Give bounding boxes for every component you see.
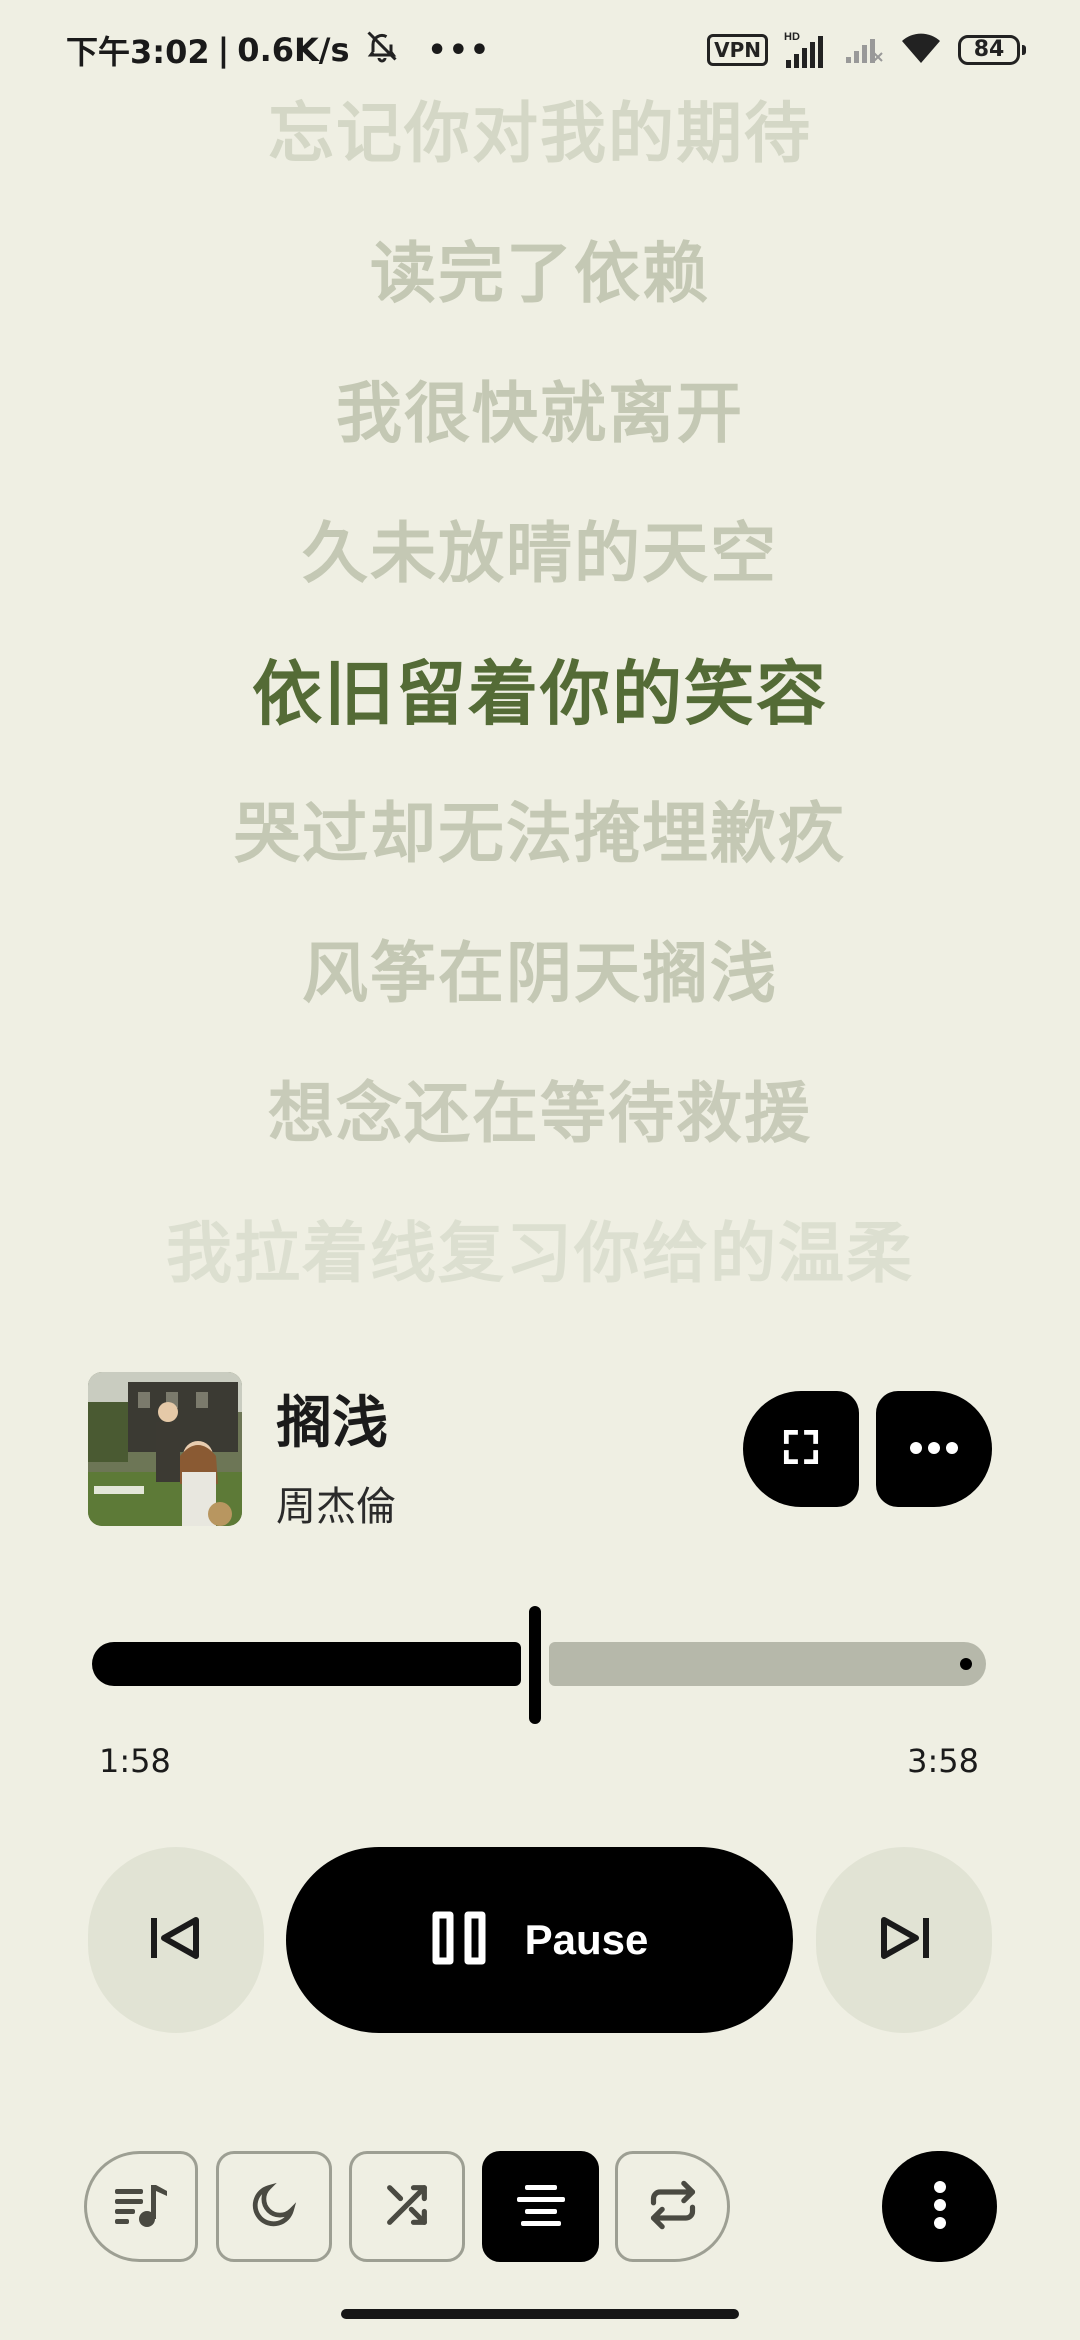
album-art[interactable] (88, 1372, 242, 1526)
signal-icon: HD (784, 30, 828, 70)
lyrics-align-icon (515, 2183, 567, 2231)
more-vertical-icon (933, 2180, 947, 2234)
lyrics-toggle-button[interactable] (482, 2151, 599, 2262)
progress-played (92, 1642, 521, 1686)
queue-button[interactable] (84, 2151, 198, 2262)
next-button[interactable] (816, 1847, 992, 2033)
progress-slider[interactable] (92, 1600, 986, 1730)
hd-label: HD (784, 31, 800, 43)
time-elapsed: 1:58 (99, 1742, 171, 1780)
time-total: 3:58 (907, 1742, 979, 1780)
more-horizontal-icon (909, 1440, 959, 1459)
lyric-line[interactable]: 我很快就离开 (0, 360, 1080, 456)
music-player-screen: 下午3:02 | 0.6K/s ••• VPN HD 84 忘记你对我的期待 读… (0, 0, 1080, 2340)
vpn-badge: VPN (707, 34, 768, 66)
lyric-line[interactable]: 读完了依赖 (0, 220, 1080, 316)
wifi-icon (900, 31, 942, 69)
pause-icon (431, 1910, 487, 1970)
progress-end-dot (960, 1658, 972, 1670)
status-right: VPN HD 84 (707, 28, 1026, 72)
skip-next-icon (876, 1914, 932, 1966)
status-net-speed: 0.6K/s (237, 31, 350, 69)
status-bar: 下午3:02 | 0.6K/s ••• VPN HD 84 (0, 0, 1080, 100)
signal-secondary-icon (844, 31, 884, 69)
pause-label: Pause (524, 1916, 649, 1963)
sleep-timer-moon-icon (248, 2179, 300, 2235)
repeat-button[interactable] (615, 2151, 730, 2262)
lyric-line-current[interactable]: 依旧留着你的笑容 (0, 638, 1080, 739)
mute-bell-icon (364, 28, 400, 72)
lyrics-view[interactable]: 忘记你对我的期待 读完了依赖 我很快就离开 久未放晴的天空 依旧留着你的笑容 哭… (0, 70, 1080, 1300)
song-artist[interactable]: 周杰倫 (276, 1474, 396, 1532)
lyric-line[interactable]: 我拉着线复习你给的温柔 (0, 1200, 1080, 1296)
sleep-timer-button[interactable] (216, 2151, 332, 2262)
overflow-menu-button[interactable] (882, 2151, 997, 2262)
battery-icon: 84 (958, 35, 1026, 65)
shuffle-button[interactable] (349, 2151, 465, 2262)
fullscreen-icon (779, 1425, 823, 1473)
progress-remaining (549, 1642, 986, 1686)
progress-thumb[interactable] (529, 1606, 541, 1724)
queue-music-icon (113, 2181, 169, 2233)
lyric-line[interactable]: 久未放晴的天空 (0, 500, 1080, 596)
song-title: 搁浅 (276, 1391, 388, 1456)
song-more-button[interactable] (876, 1391, 992, 1507)
play-pause-button[interactable]: Pause (286, 1847, 793, 2033)
lyric-line[interactable]: 想念还在等待救援 (0, 1060, 1080, 1156)
repeat-icon (646, 2179, 700, 2235)
skip-previous-icon (148, 1914, 204, 1966)
status-time: 下午3:02 (66, 33, 210, 71)
status-left: 下午3:02 | 0.6K/s ••• (66, 28, 491, 72)
shuffle-icon (381, 2179, 433, 2235)
more-dots-icon: ••• (427, 32, 492, 68)
lyric-line[interactable]: 哭过却无法掩埋歉疚 (0, 780, 1080, 876)
status-separator: | (217, 31, 230, 69)
home-indicator[interactable] (341, 2309, 739, 2319)
fullscreen-button[interactable] (743, 1391, 859, 1507)
lyric-line[interactable]: 风筝在阴天搁浅 (0, 920, 1080, 1016)
previous-button[interactable] (88, 1847, 264, 2033)
